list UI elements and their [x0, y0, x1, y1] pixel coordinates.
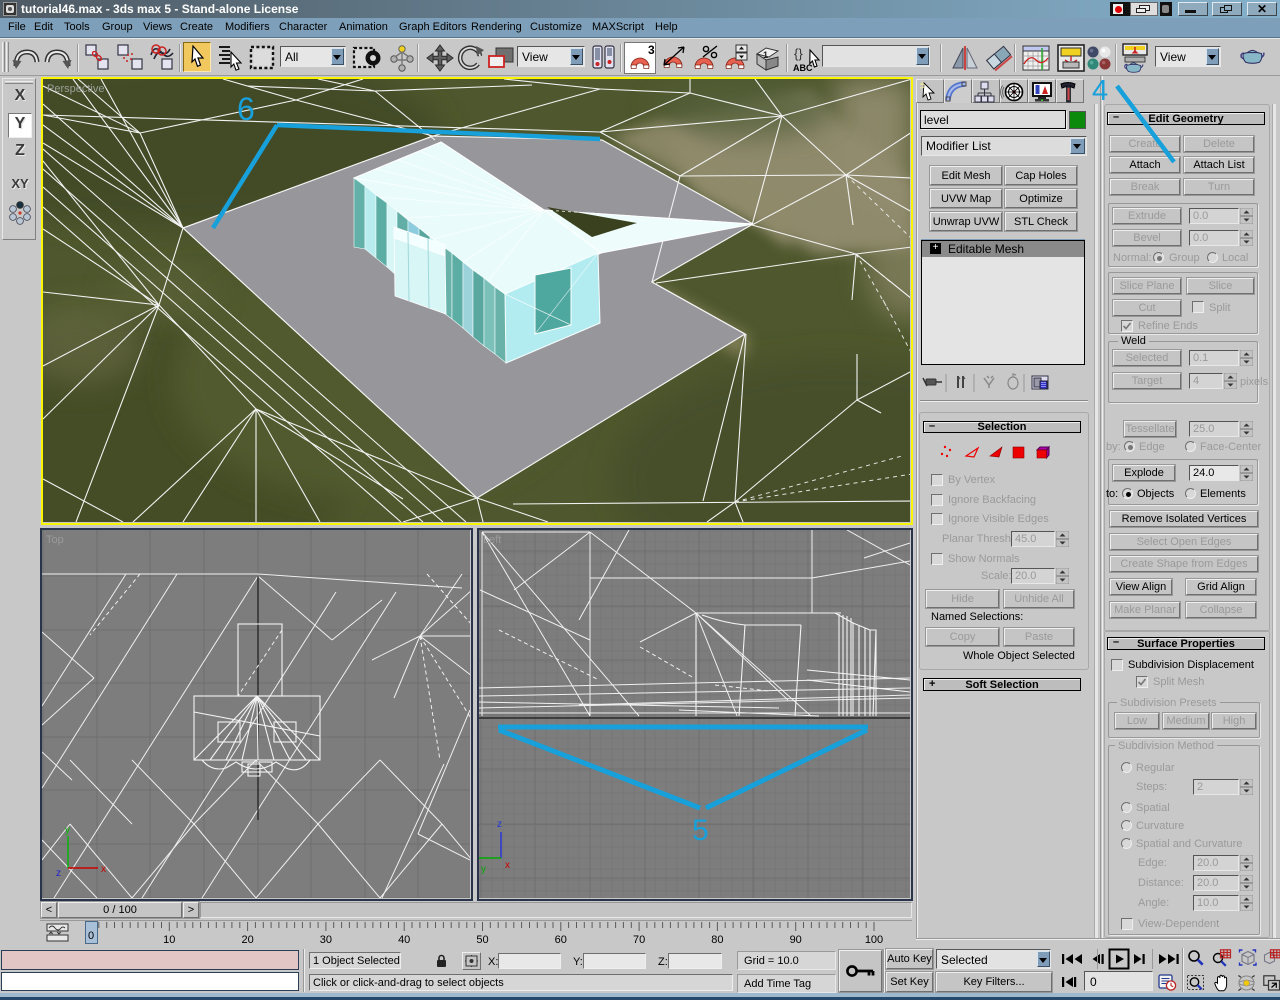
svg-text:90: 90: [790, 934, 802, 946]
svg-text:ABC: ABC: [793, 63, 813, 73]
svg-text:y: y: [65, 825, 70, 836]
svg-text:10: 10: [163, 934, 175, 946]
svg-text:{}: {}: [794, 46, 803, 61]
svg-text:6: 6: [237, 91, 255, 127]
svg-text:80: 80: [711, 934, 723, 946]
svg-text:3: 3: [648, 43, 655, 57]
svg-text:Top: Top: [46, 534, 64, 546]
svg-text:40: 40: [398, 934, 410, 946]
svg-text:x: x: [101, 864, 106, 875]
svg-text:50: 50: [476, 934, 488, 946]
svg-text:4: 4: [1092, 76, 1108, 107]
svg-text:z: z: [56, 868, 61, 879]
svg-text:100: 100: [865, 934, 883, 946]
svg-text:60: 60: [555, 934, 567, 946]
svg-text:5: 5: [692, 814, 709, 847]
svg-text:70: 70: [633, 934, 645, 946]
svg-text:20: 20: [241, 934, 253, 946]
svg-text:1: 1: [763, 50, 768, 60]
svg-text:30: 30: [320, 934, 332, 946]
